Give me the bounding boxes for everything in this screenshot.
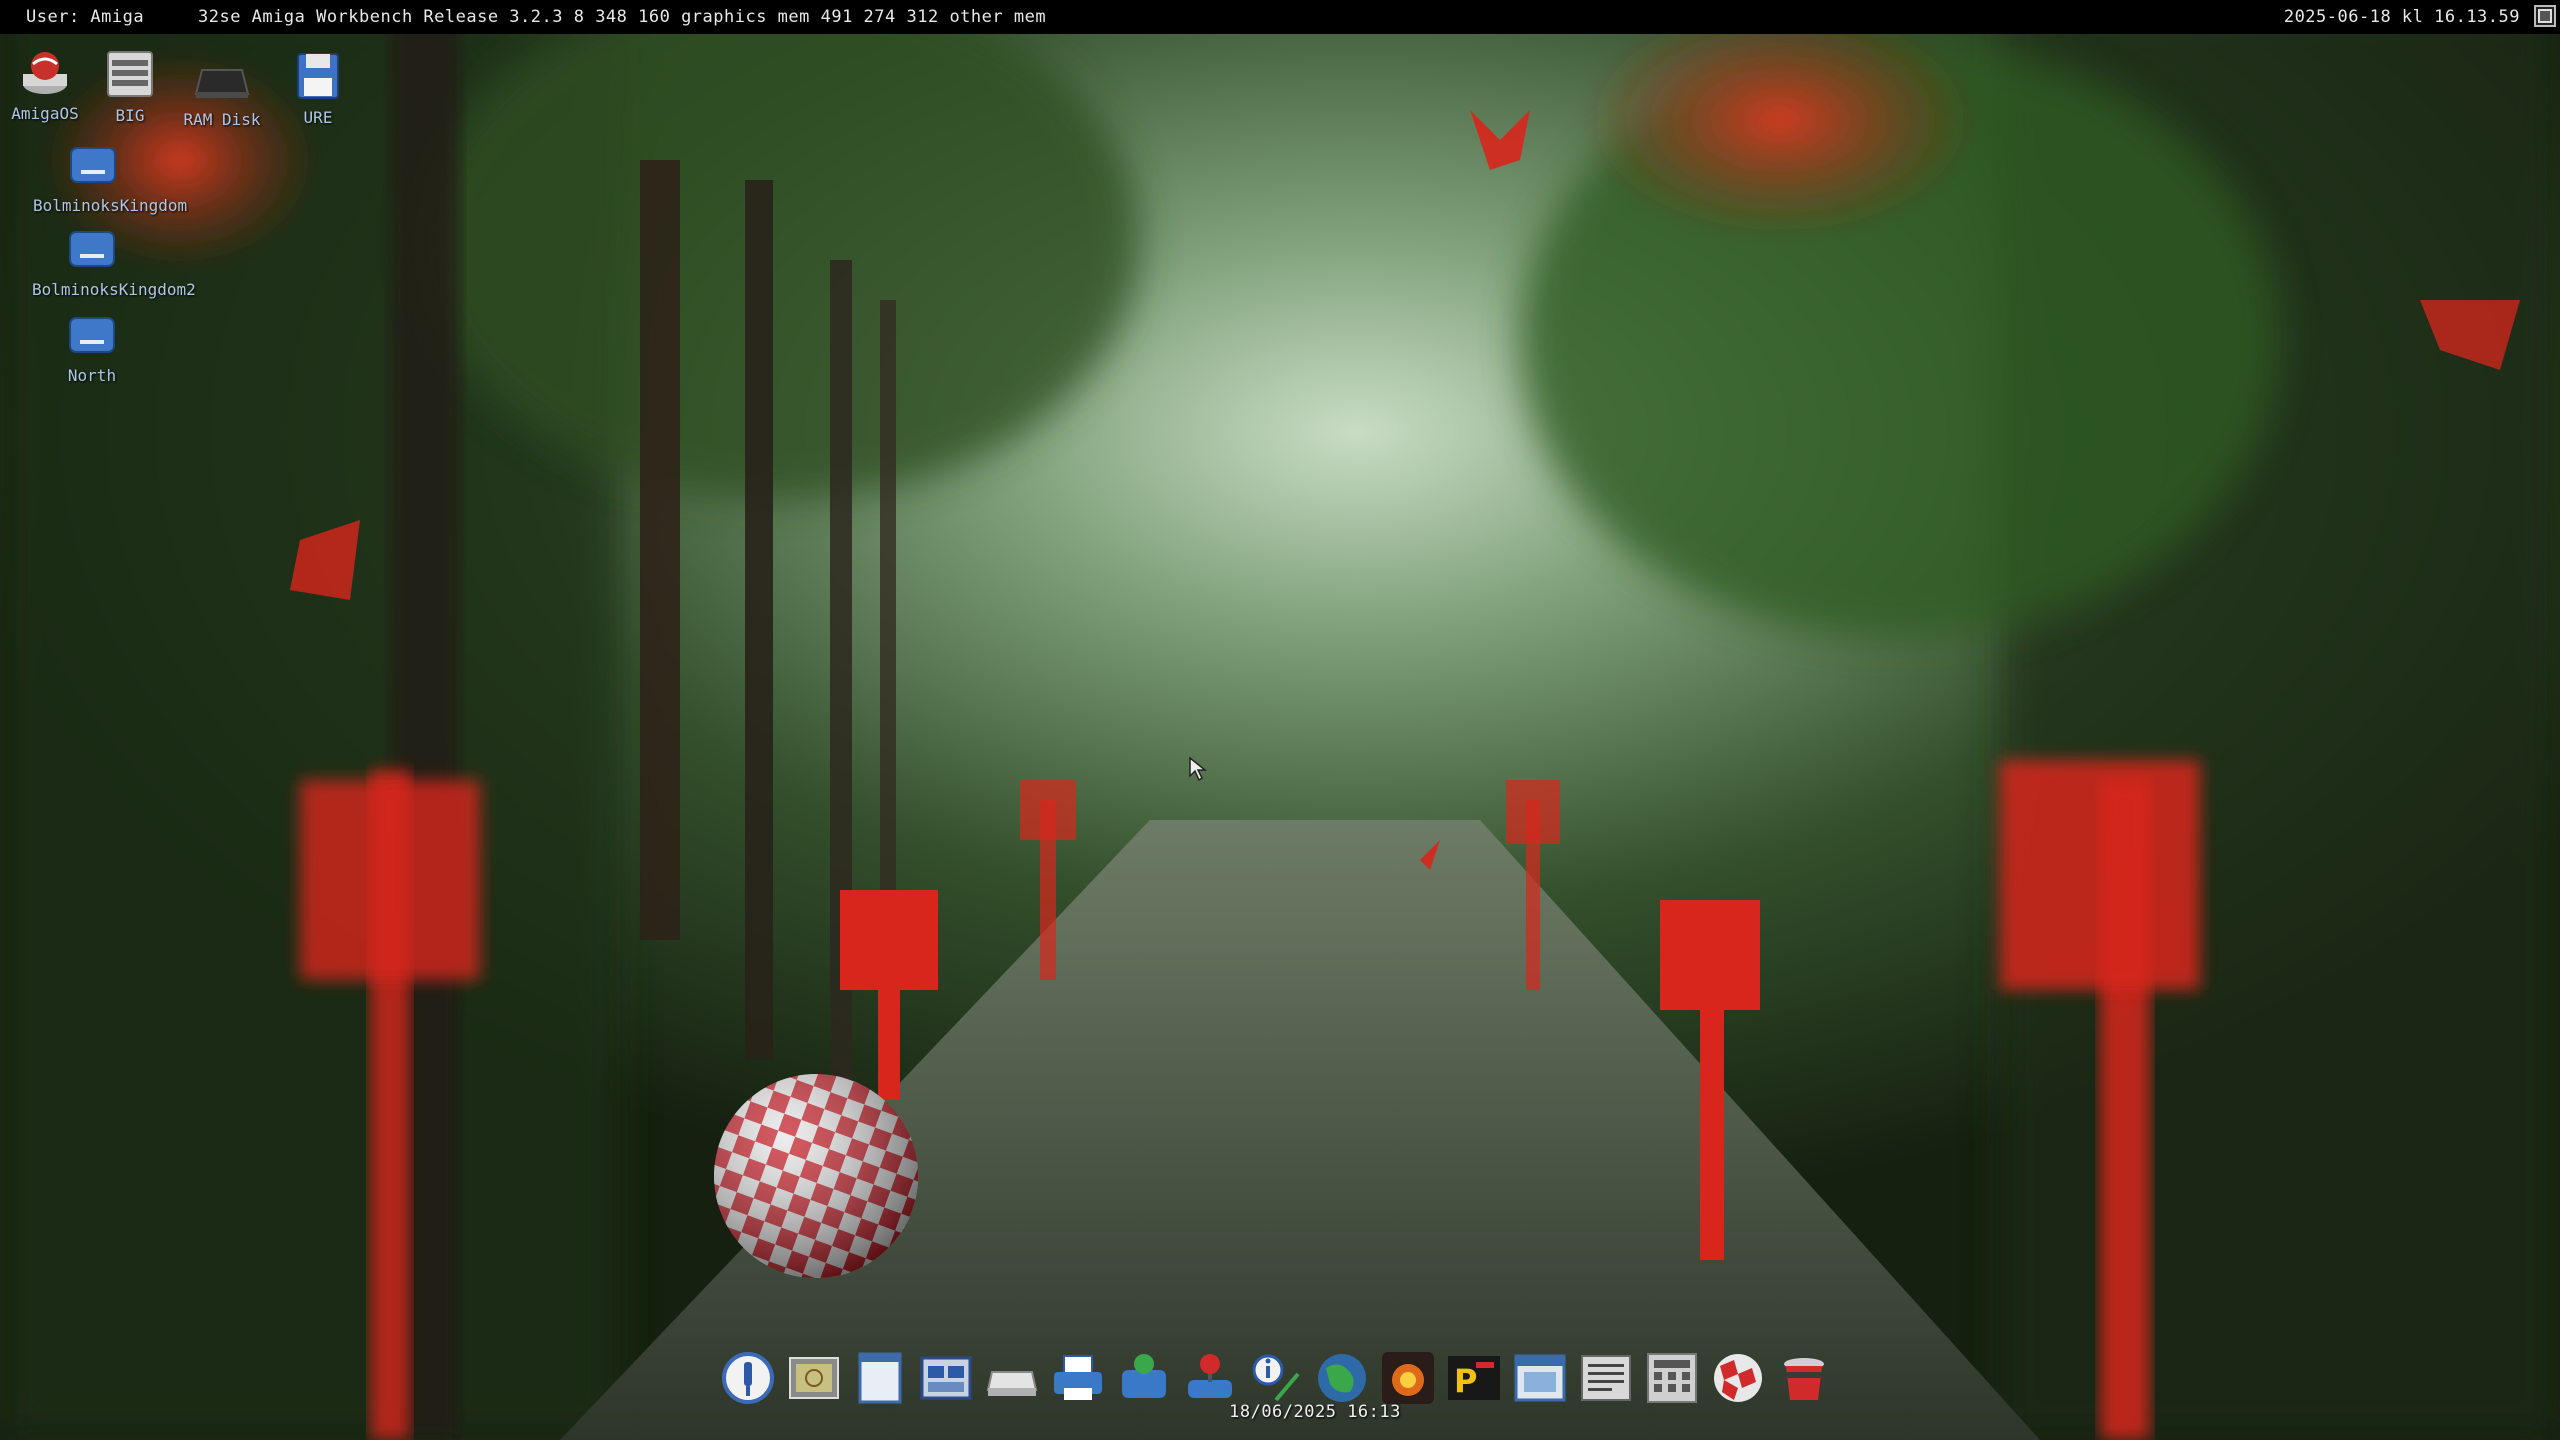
- mouse-pointer-icon: [1189, 756, 1208, 782]
- ram-disk-icon: [194, 69, 250, 98]
- network-drive-icon: [69, 317, 115, 353]
- desktop-icon-north[interactable]: North: [32, 306, 152, 385]
- notepad-icon[interactable]: [852, 1350, 908, 1406]
- boing-ball-icon[interactable]: [1710, 1350, 1766, 1406]
- desktop-icon-ure[interactable]: URE: [258, 48, 378, 127]
- game-icon[interactable]: [1380, 1350, 1436, 1406]
- dock-clock: 18/06/2025 16:13: [1229, 1402, 1401, 1422]
- amigaos-boot-disk-icon: [23, 52, 67, 94]
- floppy-disk-icon: [297, 53, 339, 99]
- boing-ball-icon[interactable]: [706, 1066, 926, 1286]
- calculator-icon[interactable]: [1644, 1350, 1700, 1406]
- desktop-icon-bolminokskingdom2[interactable]: BolminoksKingdom2: [32, 220, 196, 299]
- network-drive-icon: [69, 231, 115, 267]
- joystick-icon[interactable]: [1182, 1350, 1238, 1406]
- network-drive-icon: [70, 147, 116, 183]
- file-manager-icon[interactable]: [918, 1350, 974, 1406]
- text-editor-icon[interactable]: [1578, 1350, 1634, 1406]
- dock-bar: P 18/06/2025 16:13: [715, 1340, 1895, 1440]
- trashcan-icon[interactable]: [1776, 1350, 1832, 1406]
- hard-drive-icon: [107, 51, 153, 97]
- desktop-icon-label: North: [67, 366, 117, 385]
- network-share-icon[interactable]: [1116, 1350, 1172, 1406]
- screen-depth-gadget-icon[interactable]: [2534, 5, 2556, 27]
- user-label: User: Amiga: [26, 7, 145, 27]
- drive-icon[interactable]: [984, 1350, 1040, 1406]
- desktop-icon-label: URE: [303, 108, 333, 127]
- svg-text:P: P: [1454, 1362, 1477, 1400]
- info-icon[interactable]: [1248, 1350, 1304, 1406]
- window-icon[interactable]: [1512, 1350, 1568, 1406]
- desktop-icon-label: BolminoksKingdom2: [32, 280, 196, 299]
- desktop-wallpaper: [0, 0, 2560, 1440]
- desktop-icon-label: BolminoksKingdom: [33, 196, 188, 215]
- globe-icon[interactable]: [1314, 1350, 1370, 1406]
- desktop-icon-bolminokskingdom[interactable]: BolminoksKingdom: [33, 136, 188, 215]
- amiga-menu-icon[interactable]: [720, 1350, 776, 1406]
- printer-icon[interactable]: [1050, 1350, 1106, 1406]
- screen-grid-icon[interactable]: [786, 1350, 842, 1406]
- workbench-release-info: 32se Amiga Workbench Release 3.2.3 8 348…: [198, 7, 1047, 27]
- titlebar-clock: 2025-06-18 kl 16.13.59: [2283, 7, 2520, 27]
- workbench-screen-title-bar[interactable]: User: Amiga 32se Amiga Workbench Release…: [0, 0, 2560, 34]
- paint-icon[interactable]: P: [1446, 1350, 1502, 1406]
